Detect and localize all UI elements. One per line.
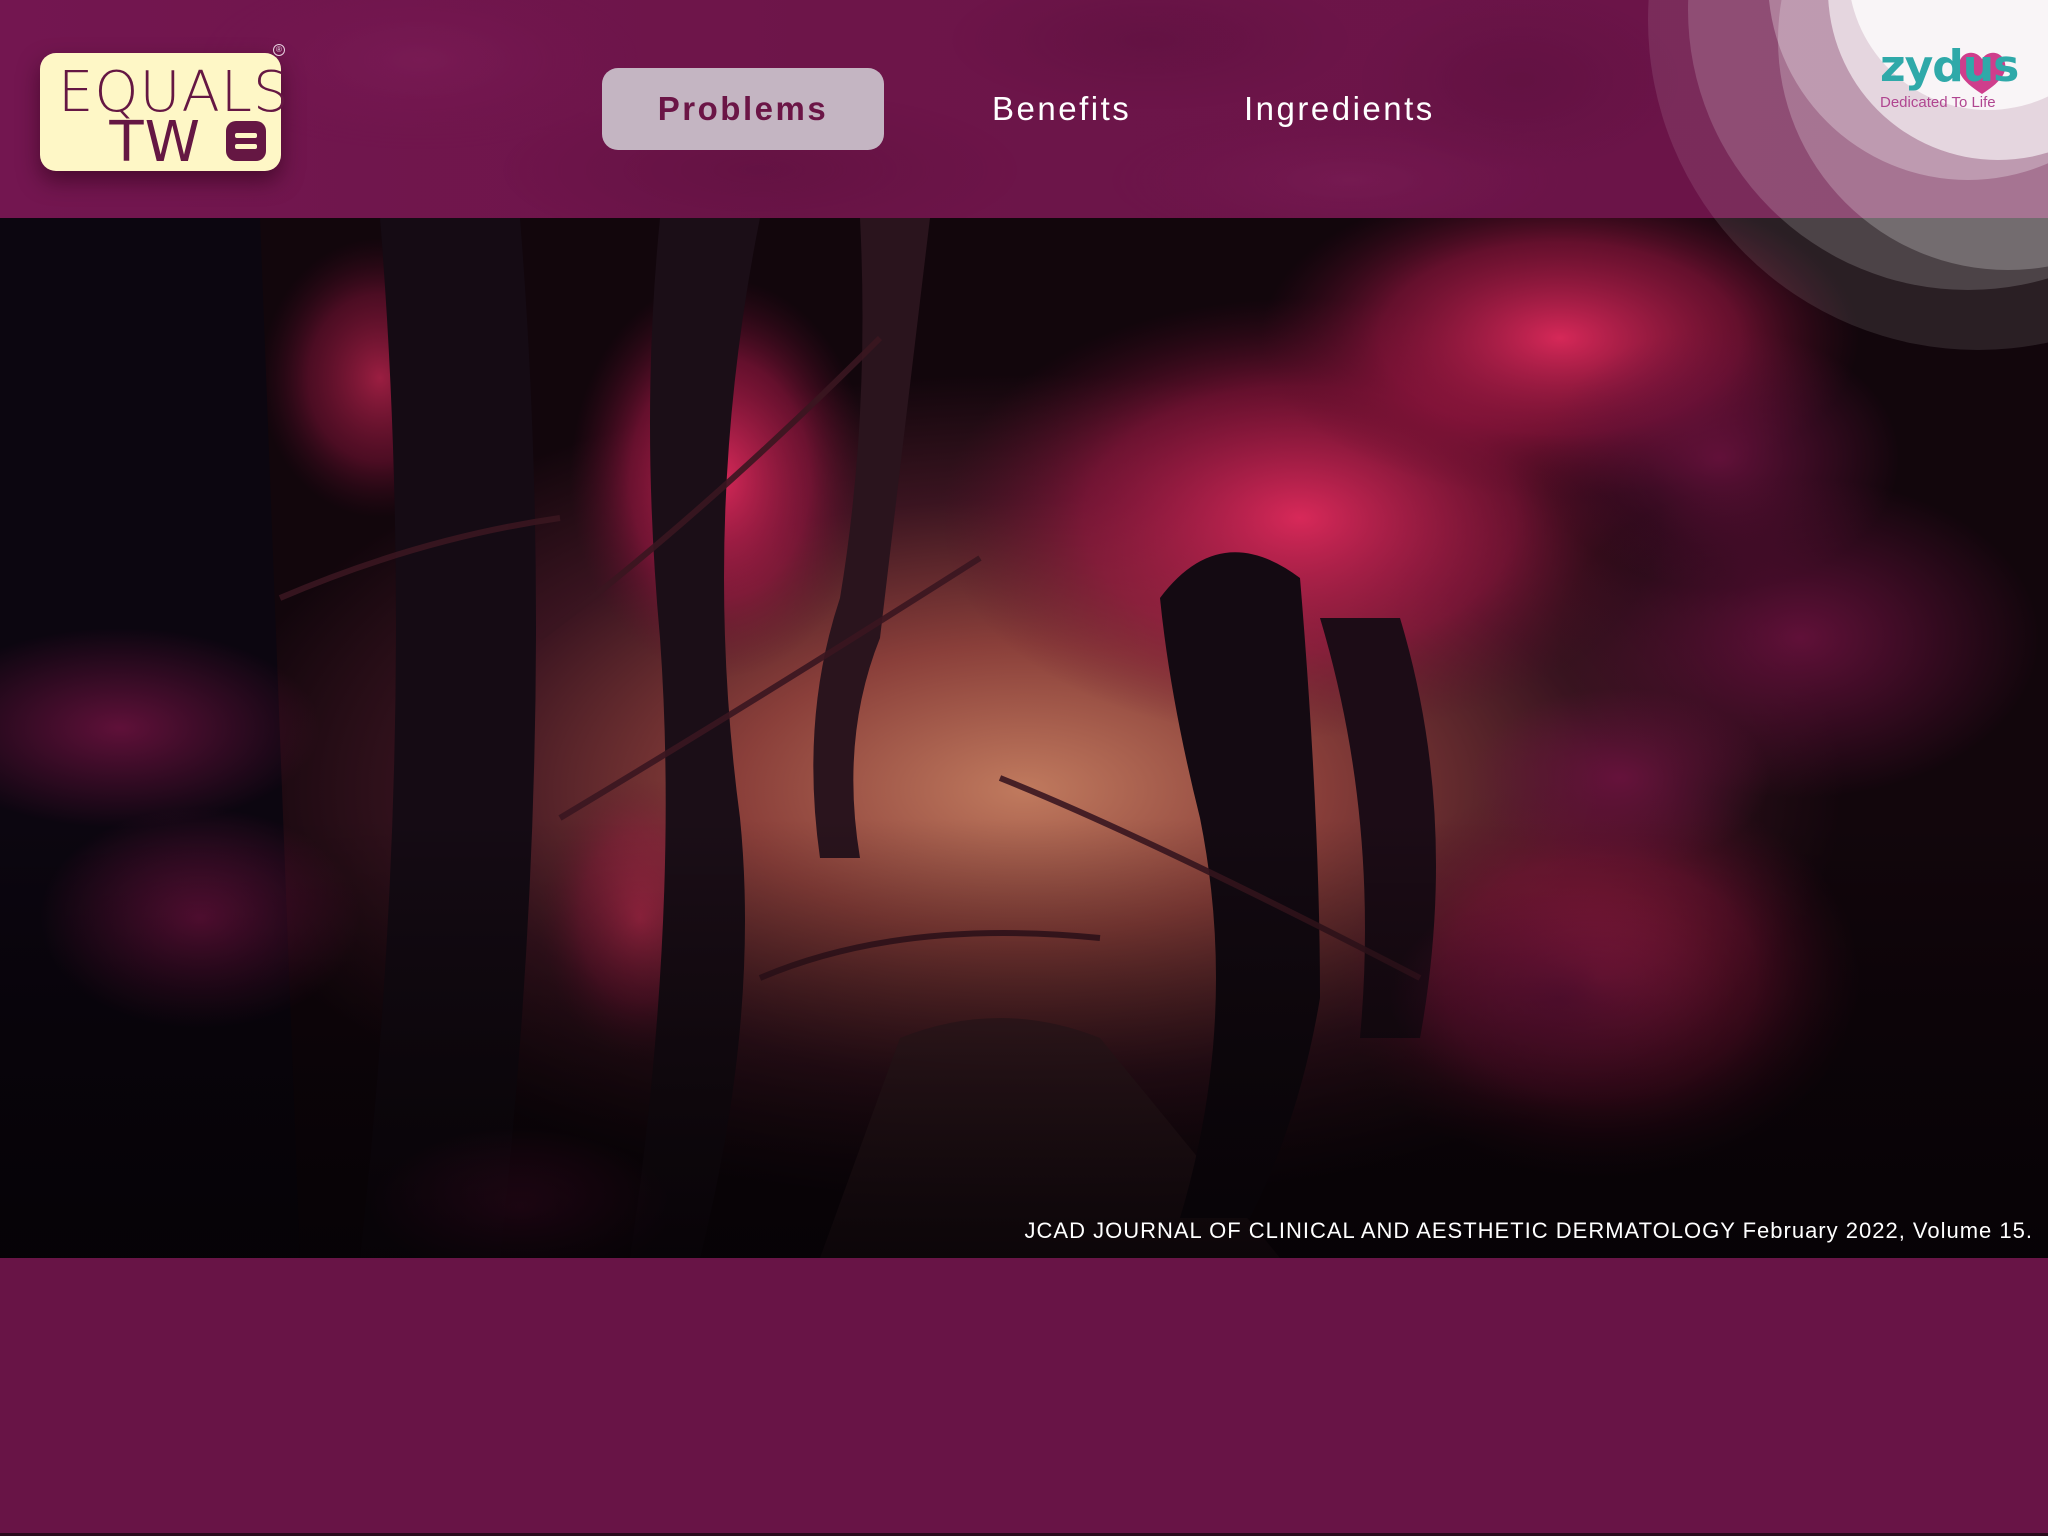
hero-forest-image: JCAD JOURNAL OF CLINICAL AND AESTHETIC D… xyxy=(0,218,2048,1258)
nav-tab-benefits[interactable]: Benefits xyxy=(992,68,1131,150)
nav-tab-problems[interactable]: Problems xyxy=(602,68,884,150)
nav-tab-ingredients[interactable]: Ingredients xyxy=(1244,68,1435,150)
journal-citation: JCAD JOURNAL OF CLINICAL AND AESTHETIC D… xyxy=(1024,1218,2033,1243)
bottom-panel xyxy=(0,1258,2048,1536)
zydus-brand-logo[interactable]: zydus Dedicated To Life xyxy=(1880,41,2019,112)
equals-two-logo[interactable]: EQUALS TW xyxy=(40,53,289,175)
logo-text-two: TW xyxy=(109,110,201,175)
forest-illustration xyxy=(0,218,2048,1258)
header-bar: EQUALS TW ® Problems Benefits Ingredient… xyxy=(0,0,2048,218)
equals-sign-icon xyxy=(226,121,266,161)
brand-name: zydus xyxy=(1880,41,2019,92)
registered-mark: ® xyxy=(273,44,285,56)
app-screen: EQUALS TW ® Problems Benefits Ingredient… xyxy=(0,0,2048,1536)
